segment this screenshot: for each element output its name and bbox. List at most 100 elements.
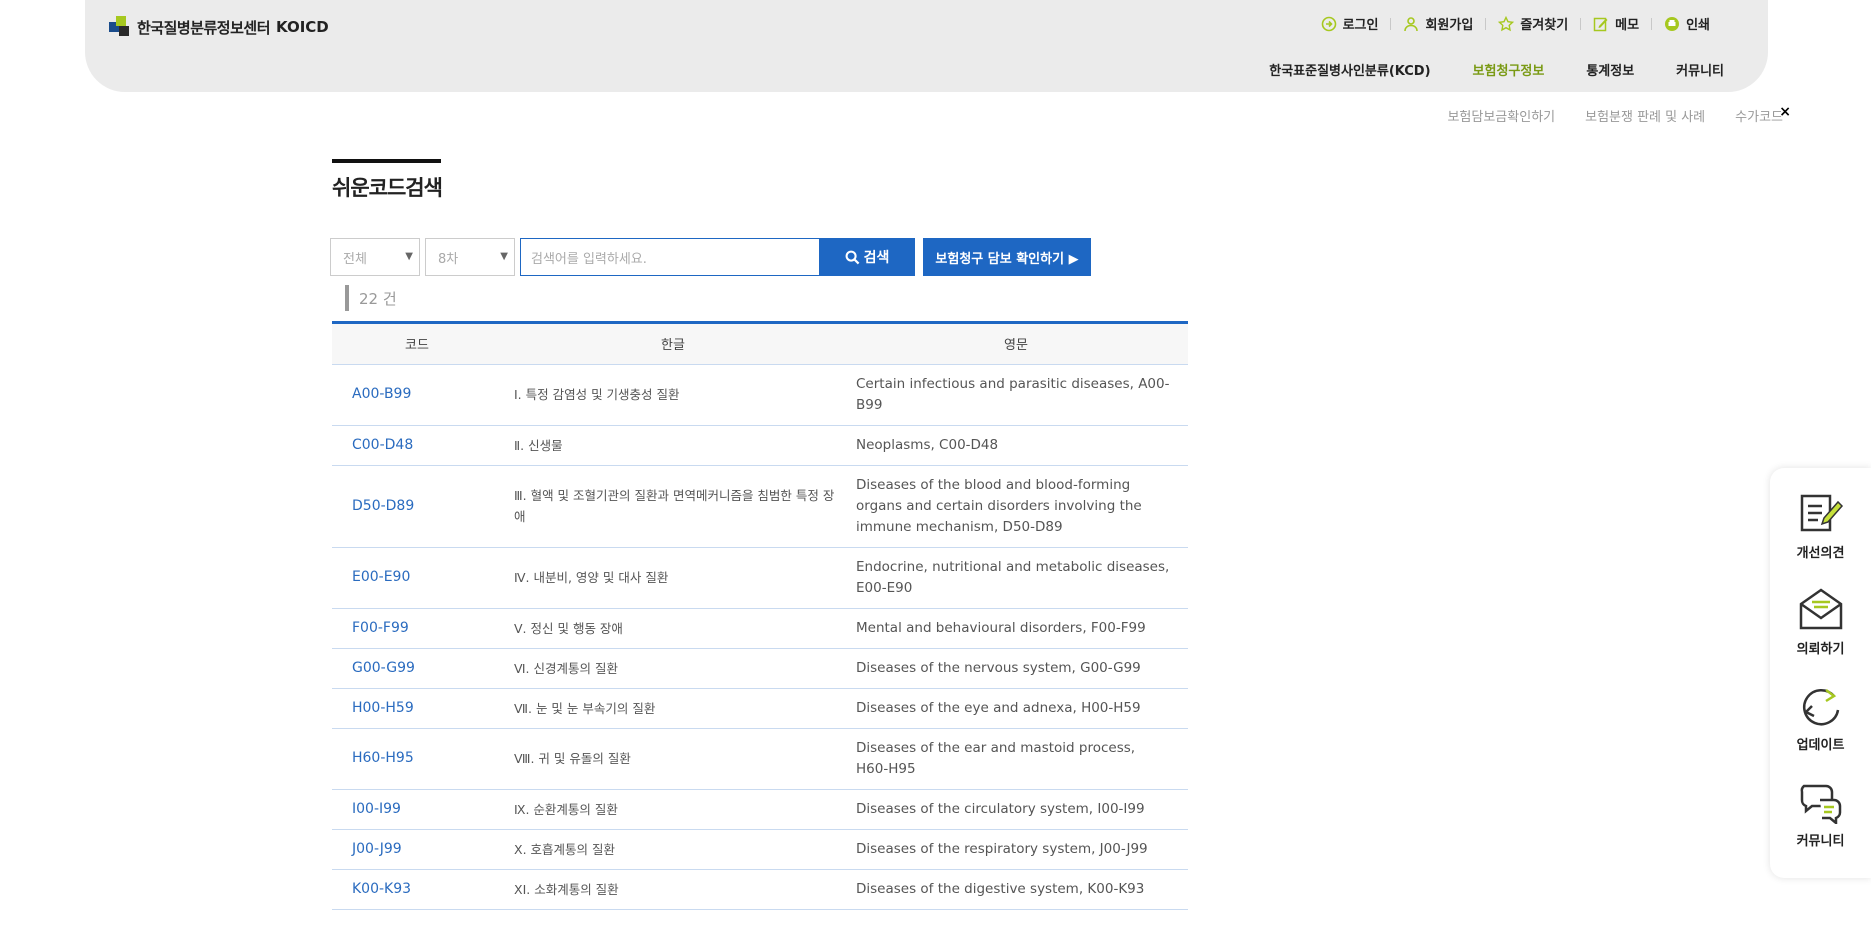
login-link[interactable]: 로그인 — [1309, 14, 1391, 33]
row-code-link[interactable]: G00-G99 — [332, 648, 502, 689]
row-code-link[interactable]: A00-B99 — [332, 364, 502, 426]
table-row: A00-B99 I. 특정 감염성 및 기생충성 질환 Certain infe… — [332, 364, 1188, 426]
row-korean: Ⅱ. 신생물 — [502, 425, 844, 466]
favorites-link[interactable]: 즐겨찾기 — [1486, 14, 1580, 33]
user-icon — [1404, 16, 1419, 31]
signup-link[interactable]: 회원가입 — [1391, 14, 1485, 33]
community-button[interactable]: 커뮤니티 — [1770, 778, 1871, 849]
logo-mark-icon — [109, 16, 131, 38]
table-row: I00-I99 Ⅸ. 순환계통의 질환 Diseases of the circ… — [332, 789, 1188, 830]
row-korean: Ⅴ. 정신 및 행동 장애 — [502, 608, 844, 649]
table-row: H00-H59 Ⅶ. 눈 및 눈 부속기의 질환 Diseases of the… — [332, 688, 1188, 729]
table-row: H60-H95 Ⅷ. 귀 및 유돌의 질환 Diseases of the ea… — [332, 728, 1188, 790]
signup-label: 회원가입 — [1425, 18, 1474, 33]
search-button[interactable]: 검색 — [819, 238, 915, 276]
results-table: 코드 한글 영문 A00-B99 I. 특정 감염성 및 기생충성 질환 Cer… — [332, 321, 1188, 910]
result-count: 22 건 — [345, 285, 397, 311]
row-korean: Ⅸ. 순환계통의 질환 — [502, 789, 844, 830]
table-row: K00-K93 ⅩⅠ. 소화계통의 질환 Diseases of the dig… — [332, 869, 1188, 910]
search-placeholder: 검색어를 입력하세요. — [531, 251, 647, 267]
table-row: D50-D89 Ⅲ. 혈액 및 조혈기관의 질환과 면역메커니즘을 침범한 특정… — [332, 465, 1188, 548]
row-korean: Ⅶ. 눈 및 눈 부속기의 질환 — [502, 688, 844, 729]
print-link[interactable]: 인쇄 — [1652, 14, 1722, 33]
row-english: Diseases of the circulatory system, I00-… — [844, 789, 1188, 830]
row-english: Neoplasms, C00-D48 — [844, 425, 1188, 466]
insurance-check-button[interactable]: 보험청구 담보 확인하기 ▶ — [923, 238, 1091, 276]
utility-menu: 로그인 회원가입 즐겨찾기 메모 인쇄 — [1309, 14, 1722, 33]
nav-kcd[interactable]: 한국표준질병사인분류(KCD) — [1269, 60, 1430, 79]
row-korean: Ⅷ. 귀 및 유돌의 질환 — [502, 728, 844, 790]
chat-icon — [1800, 784, 1841, 824]
row-korean: ⅩⅠ. 소화계통의 질환 — [502, 869, 844, 910]
row-english: Mental and behavioural disorders, F00-F9… — [844, 608, 1188, 649]
row-korean: Ⅳ. 내분비, 영양 및 대사 질환 — [502, 547, 844, 609]
header-korean: 한글 — [502, 324, 844, 365]
table-row: F00-F99 Ⅴ. 정신 및 행동 장애 Mental and behavio… — [332, 608, 1188, 649]
row-english: Diseases of the digestive system, K00-K9… — [844, 869, 1188, 910]
subnav-fee-code[interactable]: 수가코드 — [1735, 106, 1783, 125]
row-english: Diseases of the nervous system, G00-G99 — [844, 648, 1188, 689]
community-label: 커뮤니티 — [1796, 834, 1845, 849]
print-label: 인쇄 — [1686, 18, 1710, 33]
scope-select[interactable]: 전체 ▼ — [330, 238, 420, 276]
table-row: E00-E90 Ⅳ. 내분비, 영양 및 대사 질환 Endocrine, nu… — [332, 547, 1188, 609]
memo-icon — [1593, 17, 1608, 31]
row-english: Diseases of the eye and adnexa, H00-H59 — [844, 688, 1188, 729]
print-icon — [1665, 16, 1680, 31]
table-row: J00-J99 Ⅹ. 호흡계통의 질환 Diseases of the resp… — [332, 829, 1188, 870]
nav-community[interactable]: 커뮤니티 — [1676, 60, 1724, 79]
sub-navigation: 보험담보금확인하기 보험분쟁 판례 및 사례 수가코드 — [1447, 106, 1783, 125]
request-button[interactable]: 의뢰하기 — [1770, 586, 1871, 657]
row-code-link[interactable]: I00-I99 — [332, 789, 502, 830]
row-code-link[interactable]: E00-E90 — [332, 547, 502, 609]
update-icon — [1802, 688, 1839, 726]
row-code-link[interactable]: D50-D89 — [332, 465, 502, 548]
nav-insurance-claim[interactable]: 보험청구정보 — [1473, 60, 1545, 79]
memo-label: 메모 — [1615, 18, 1640, 33]
logo-text: 한국질병분류정보센터 — [137, 18, 271, 37]
feedback-button[interactable]: 개선의견 — [1770, 490, 1871, 561]
update-label: 업데이트 — [1796, 738, 1845, 753]
table-row: C00-D48 Ⅱ. 신생물 Neoplasms, C00-D48 — [332, 425, 1188, 466]
search-input[interactable]: 검색어를 입력하세요. — [520, 238, 820, 276]
row-code-link[interactable]: C00-D48 — [332, 425, 502, 466]
search-icon — [845, 250, 859, 264]
version-select-value: 8차 — [438, 251, 459, 267]
subnav-disputes[interactable]: 보험분쟁 판례 및 사례 — [1585, 106, 1705, 125]
row-english: Diseases of the respiratory system, J00-… — [844, 829, 1188, 870]
row-korean: Ⅵ. 신경계통의 질환 — [502, 648, 844, 689]
row-english: Diseases of the ear and mastoid process,… — [844, 728, 1188, 790]
nav-statistics[interactable]: 통계정보 — [1586, 60, 1634, 79]
login-label: 로그인 — [1342, 18, 1379, 33]
scope-select-value: 전체 — [343, 251, 367, 267]
chevron-down-icon: ▼ — [500, 251, 508, 262]
logo-brand: KOICD — [276, 18, 329, 36]
site-logo[interactable]: 한국질병분류정보센터 KOICD — [109, 16, 329, 38]
update-button[interactable]: 업데이트 — [1770, 682, 1871, 753]
header-code: 코드 — [332, 324, 502, 365]
subnav-coverage-check[interactable]: 보험담보금확인하기 — [1447, 106, 1555, 125]
table-row: G00-G99 Ⅵ. 신경계통의 질환 Diseases of the nerv… — [332, 648, 1188, 689]
header-english: 영문 — [844, 324, 1188, 365]
title-underline — [332, 159, 441, 163]
site-header: 한국질병분류정보센터 KOICD 로그인 회원가입 즐겨찾기 메모 인쇄 한국표… — [85, 0, 1768, 92]
row-english: Endocrine, nutritional and metabolic dis… — [844, 547, 1188, 609]
close-icon[interactable]: × — [1779, 104, 1791, 120]
request-label: 의뢰하기 — [1796, 642, 1845, 657]
row-code-link[interactable]: K00-K93 — [332, 869, 502, 910]
favorites-label: 즐겨찾기 — [1520, 18, 1569, 33]
row-korean: I. 특정 감염성 및 기생충성 질환 — [502, 364, 844, 426]
row-english: Certain infectious and parasitic disease… — [844, 364, 1188, 426]
row-code-link[interactable]: H00-H59 — [332, 688, 502, 729]
mail-icon — [1799, 588, 1842, 630]
version-select[interactable]: 8차 ▼ — [425, 238, 515, 276]
table-header-row: 코드 한글 영문 — [332, 324, 1188, 365]
row-code-link[interactable]: J00-J99 — [332, 829, 502, 870]
row-english: Diseases of the blood and blood-forming … — [844, 465, 1188, 548]
row-code-link[interactable]: H60-H95 — [332, 728, 502, 790]
row-code-link[interactable]: F00-F99 — [332, 608, 502, 649]
memo-link[interactable]: 메모 — [1581, 14, 1651, 33]
page-title: 쉬운코드검색 — [332, 176, 443, 200]
row-korean: Ⅲ. 혈액 및 조혈기관의 질환과 면역메커니즘을 침범한 특정 장애 — [502, 465, 844, 548]
search-button-label: 검색 — [863, 250, 890, 266]
